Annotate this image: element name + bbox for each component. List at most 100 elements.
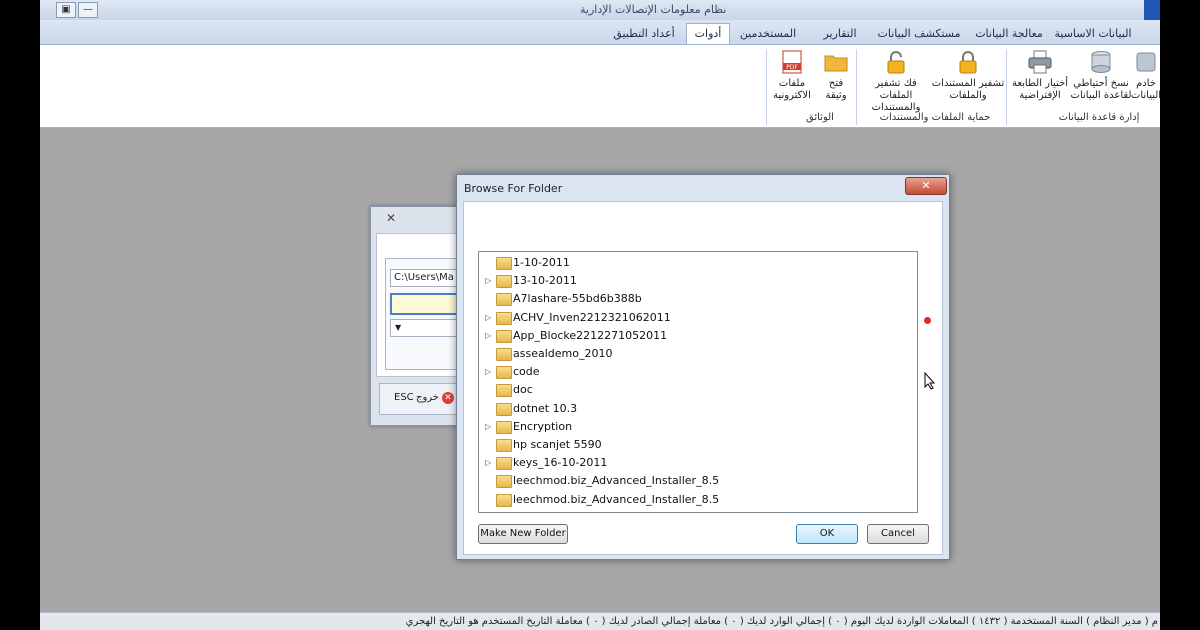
expand-arrow-icon[interactable]: ▷	[485, 454, 493, 472]
dialog-body: 1-10-2011 ▷ 13-10-2011 A7lashare-55bd6b388b…	[463, 201, 943, 555]
cancel-button[interactable]: Cancel	[867, 524, 929, 544]
exit-icon: ✕	[442, 392, 454, 404]
folder-name: assealdemo_2010	[513, 347, 613, 360]
folder-name: 1-10-2011	[513, 256, 570, 269]
folder-row[interactable]: dotnet 10.3	[479, 400, 899, 418]
minimize-button[interactable]: —	[78, 2, 98, 18]
folder-row[interactable]: hp scanjet 5590	[479, 436, 899, 454]
electronic-files-label: ملفات الاكترونية	[773, 78, 811, 101]
folder-icon	[496, 366, 512, 380]
expand-arrow-icon[interactable]: ▷	[485, 418, 493, 436]
printer-button[interactable]: أختيار الطابعة الإفتراضية	[1008, 49, 1072, 102]
group-separator	[766, 49, 767, 125]
folder-icon	[496, 457, 512, 471]
exit-shortcut: ESC	[394, 392, 414, 403]
lock-icon	[955, 49, 981, 75]
folder-row[interactable]: ▷ Encryption	[479, 418, 899, 436]
folder-icon	[496, 439, 512, 452]
svg-text:PDF: PDF	[786, 64, 798, 71]
app-screen: ▣ — نظام معلومات الإتصالات الإدارية البي…	[40, 0, 1160, 630]
close-button[interactable]: ✕	[905, 177, 947, 195]
mouse-cursor-icon	[924, 372, 936, 390]
title-bar: ▣ — نظام معلومات الإتصالات الإدارية	[40, 0, 1160, 20]
make-new-folder-button[interactable]: Make New Folder	[478, 524, 568, 544]
folder-icon	[496, 257, 512, 270]
printer-icon	[1027, 49, 1053, 75]
tree-scrollbar[interactable]: ▲ ▼	[917, 252, 918, 512]
folder-row[interactable]: ▷ code	[479, 363, 899, 381]
open-document-label: فتح وثيقة	[825, 78, 847, 101]
folder-name: hp scanjet 5590	[513, 438, 602, 451]
folder-name: 13-10-2011	[513, 274, 577, 288]
folder-name: ACHV_Inven2212321062011	[513, 310, 671, 324]
folder-name: leechmod.biz_Advanced_Installer_8.5	[513, 492, 720, 506]
folder-icon	[496, 384, 512, 398]
folder-name: dotnet 10.3	[513, 401, 578, 415]
tab-reports[interactable]: التقارير	[810, 24, 870, 44]
expand-arrow-icon[interactable]: ▷	[485, 327, 493, 345]
close-icon[interactable]: ✕	[377, 211, 405, 225]
folder-name: keys_16-10-2011	[513, 456, 608, 470]
tab-basic-data[interactable]: البيانات الاساسية	[1054, 24, 1132, 44]
unlock-icon	[883, 49, 909, 75]
folder-row[interactable]: ▷ ACHV_Inven2212321062011	[479, 309, 899, 327]
encrypt-files-label: تشفير المستندات والملفات	[931, 78, 1005, 101]
expand-arrow-icon[interactable]: ▷	[485, 363, 493, 381]
folder-name: doc	[513, 383, 533, 397]
open-document-button[interactable]: فتح وثيقة	[816, 49, 856, 102]
folder-row[interactable]: leechmod.biz_Advanced_Installer_8.5	[479, 491, 899, 509]
backup-label: نسخ أحتياطي لقاعدة البيانات	[1070, 78, 1132, 101]
folder-name: Encryption	[513, 419, 573, 433]
decrypt-files-button[interactable]: فك تشفير الملفات والمستندات	[858, 49, 934, 114]
app-logo-icon	[1144, 0, 1160, 20]
folder-row[interactable]: ▷ App_Blocke2212271052011	[479, 327, 899, 345]
expand-arrow-icon[interactable]: ▷	[485, 309, 493, 327]
folder-row[interactable]: ▷ 13-10-2011	[479, 272, 899, 290]
folder-row[interactable]: A7lashare-55bd6b388b	[479, 290, 899, 308]
tab-users[interactable]: المستخدمين	[730, 24, 806, 44]
folder-name: App_Blocke2212271052011	[513, 328, 668, 342]
folder-row[interactable]: 1-10-2011	[479, 254, 899, 272]
folder-icon	[496, 348, 512, 361]
group-separator	[856, 49, 857, 125]
exit-label: خروج	[416, 392, 439, 403]
cursor-indicator	[924, 317, 931, 324]
folder-tree[interactable]: 1-10-2011 ▷ 13-10-2011 A7lashare-55bd6b388b…	[478, 251, 918, 513]
group-label-db: إدارة قاعدة البيانات	[1058, 112, 1140, 123]
database-icon	[1088, 49, 1114, 75]
tab-data-processing[interactable]: معالجة البيانات	[970, 24, 1048, 44]
folder-name: A7lashare-55bd6b388b	[513, 292, 642, 306]
backup-button[interactable]: نسخ أحتياطي لقاعدة البيانات	[1070, 49, 1132, 102]
folder-row[interactable]: doc	[479, 381, 899, 399]
folder-icon	[496, 493, 512, 507]
ribbon-tabs: البيانات الاساسية معالجة البيانات مستكشف…	[40, 20, 1160, 45]
folder-row[interactable]: assealdemo_2010	[479, 345, 899, 363]
folder-row[interactable]: leechmod.biz_Advanced_Installer_8.5	[479, 472, 899, 490]
restore-button[interactable]: ▣	[56, 2, 76, 18]
pdf-icon: PDF	[779, 49, 805, 75]
status-bar: م ( مدير النظام ) السنة المستخدمة ( ١٤٣٢…	[40, 612, 1160, 630]
folder-row[interactable]: ▷ keys_16-10-2011	[479, 454, 899, 472]
dialog-title: Browse For Folder	[464, 182, 563, 195]
server-icon	[1133, 49, 1159, 75]
tab-data-explorer[interactable]: مستكشف البيانات	[874, 24, 964, 44]
encrypt-files-button[interactable]: تشفير المستندات والملفات	[928, 49, 1008, 102]
folder-name: code	[513, 365, 540, 379]
group-label-protection: حماية الملفات والمستندات	[879, 112, 991, 123]
folder-icon	[823, 49, 849, 75]
folder-icon	[496, 311, 512, 325]
electronic-files-button[interactable]: PDF ملفات الاكترونية	[768, 49, 816, 102]
folder-icon	[496, 475, 512, 489]
window-title: نظام معلومات الإتصالات الإدارية	[580, 3, 727, 16]
printer-label: أختيار الطابعة الإفتراضية	[1011, 78, 1069, 101]
folder-icon	[496, 329, 512, 343]
folder-icon	[496, 293, 512, 307]
tab-app-settings[interactable]: أعداد التطبيق	[606, 24, 682, 44]
folder-icon	[496, 402, 512, 416]
ok-button[interactable]: OK	[796, 524, 858, 544]
folder-name: leechmod.biz_Advanced_Installer_8.5	[513, 474, 720, 488]
tab-tools[interactable]: أدوات	[686, 23, 730, 44]
folder-icon	[496, 275, 512, 289]
expand-arrow-icon[interactable]: ▷	[485, 272, 493, 290]
browse-for-folder-dialog: Browse For Folder ✕ 1-10-2011 ▷ 13-10-2011…	[456, 174, 950, 560]
